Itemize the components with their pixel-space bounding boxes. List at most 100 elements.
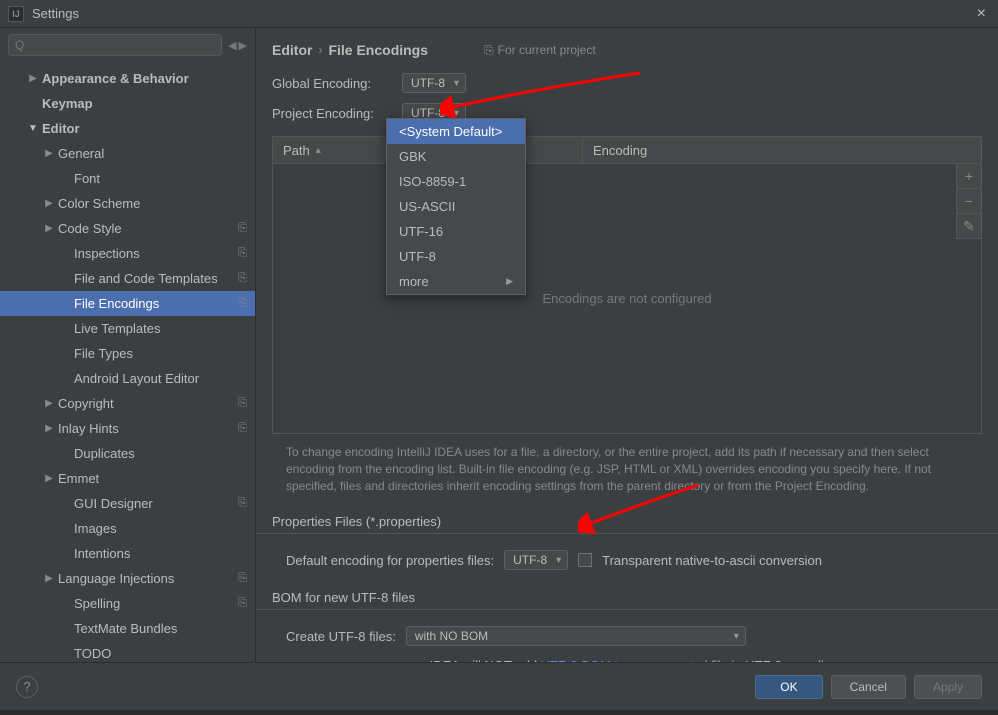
popup-item-utf-16[interactable]: UTF-16 — [387, 219, 525, 244]
tree-item-label: Intentions — [74, 546, 247, 561]
chevron-icon: ▶ — [42, 198, 56, 209]
transparent-ascii-checkbox[interactable] — [578, 553, 592, 567]
ok-button[interactable]: OK — [755, 675, 822, 699]
create-utf8-dropdown[interactable]: with NO BOM — [406, 626, 746, 646]
add-button[interactable]: + — [956, 163, 982, 189]
tree-item-emmet[interactable]: ▶Emmet — [0, 466, 255, 491]
scope-icon: ⎘ — [238, 497, 247, 510]
sort-asc-icon: ▲ — [314, 145, 323, 155]
app-logo-icon: IJ — [8, 6, 24, 22]
table-body: Encodings are not configured + − ✎ — [272, 164, 982, 434]
tree-item-live-templates[interactable]: Live Templates — [0, 316, 255, 341]
popup-item-more[interactable]: more▶ — [387, 269, 525, 294]
tree-item-label: Keymap — [42, 96, 247, 111]
chevron-icon: ▶ — [42, 423, 56, 434]
utf8-bom-link[interactable]: UTF-8 BOM — [541, 658, 611, 662]
scope-icon: ⎘ — [238, 297, 247, 310]
table-header: Path ▲ Encoding — [272, 136, 982, 164]
tree-item-label: Emmet — [58, 471, 247, 486]
tree-item-label: Spelling — [74, 596, 238, 611]
tree-item-label: TODO — [74, 646, 247, 661]
popup-item--system-default-[interactable]: <System Default> — [387, 119, 525, 144]
breadcrumb: Editor › File Encodings For current proj… — [256, 28, 998, 68]
bom-section-title: BOM for new UTF-8 files — [256, 576, 998, 610]
tree-item-label: TextMate Bundles — [74, 621, 247, 636]
settings-tree: ▶Appearance & BehaviorKeymap▼Editor▶Gene… — [0, 62, 255, 662]
tree-item-label: File and Code Templates — [74, 271, 238, 286]
dialog-footer: ? OK Cancel Apply — [0, 662, 998, 710]
tree-item-file-types[interactable]: File Types — [0, 341, 255, 366]
tree-item-file-and-code-templates[interactable]: File and Code Templates⎘ — [0, 266, 255, 291]
tree-item-label: Images — [74, 521, 247, 536]
apply-button[interactable]: Apply — [914, 675, 982, 699]
popup-item-gbk[interactable]: GBK — [387, 144, 525, 169]
chevron-icon: ▶ — [26, 73, 40, 84]
tree-item-images[interactable]: Images — [0, 516, 255, 541]
tree-item-label: Language Injections — [58, 571, 238, 586]
transparent-ascii-label: Transparent native-to-ascii conversion — [602, 553, 822, 568]
tree-item-duplicates[interactable]: Duplicates — [0, 441, 255, 466]
titlebar: IJ Settings × — [0, 0, 998, 28]
tree-item-inlay-hints[interactable]: ▶Inlay Hints⎘ — [0, 416, 255, 441]
tree-item-label: Android Layout Editor — [74, 371, 247, 386]
scope-icon: ⎘ — [238, 222, 247, 235]
scope-icon: ⎘ — [238, 597, 247, 610]
chevron-icon: ▶ — [42, 223, 56, 234]
scope-icon: ⎘ — [238, 422, 247, 435]
window-title: Settings — [32, 6, 973, 21]
tree-item-label: Duplicates — [74, 446, 247, 461]
create-utf8-label: Create UTF-8 files: — [286, 629, 396, 644]
table-empty-text: Encodings are not configured — [542, 291, 711, 306]
tree-item-appearance-behavior[interactable]: ▶Appearance & Behavior — [0, 66, 255, 91]
tree-item-label: Color Scheme — [58, 196, 247, 211]
scope-icon: ⎘ — [238, 272, 247, 285]
search-prev-icon[interactable]: ◀ — [228, 39, 236, 52]
search-next-icon[interactable]: ▶ — [239, 39, 247, 52]
scope-icon: ⎘ — [238, 572, 247, 585]
edit-button[interactable]: ✎ — [956, 213, 982, 239]
tree-item-font[interactable]: Font — [0, 166, 255, 191]
tree-item-label: Inspections — [74, 246, 238, 261]
tree-item-gui-designer[interactable]: GUI Designer⎘ — [0, 491, 255, 516]
tree-item-label: Appearance & Behavior — [42, 71, 247, 86]
tree-item-keymap[interactable]: Keymap — [0, 91, 255, 116]
tree-item-label: File Types — [74, 346, 247, 361]
help-icon[interactable]: ? — [16, 676, 38, 698]
properties-encoding-label: Default encoding for properties files: — [286, 553, 494, 568]
cancel-button[interactable]: Cancel — [831, 675, 906, 699]
search-input[interactable] — [8, 34, 222, 56]
tree-item-label: General — [58, 146, 247, 161]
close-icon[interactable]: × — [973, 5, 990, 23]
tree-item-file-encodings[interactable]: File Encodings⎘ — [0, 291, 255, 316]
breadcrumb-root[interactable]: Editor — [272, 42, 312, 58]
column-encoding[interactable]: Encoding — [583, 137, 981, 163]
tree-item-spelling[interactable]: Spelling⎘ — [0, 591, 255, 616]
tree-item-todo[interactable]: TODO — [0, 641, 255, 662]
tree-item-inspections[interactable]: Inspections⎘ — [0, 241, 255, 266]
tree-item-language-injections[interactable]: ▶Language Injections⎘ — [0, 566, 255, 591]
tree-item-label: Inlay Hints — [58, 421, 238, 436]
popup-item-utf-8[interactable]: UTF-8 — [387, 244, 525, 269]
scope-icon: ⎘ — [238, 397, 247, 410]
popup-item-iso-8859-1[interactable]: ISO-8859-1 — [387, 169, 525, 194]
chevron-icon: ▶ — [42, 573, 56, 584]
tree-item-editor[interactable]: ▼Editor — [0, 116, 255, 141]
global-encoding-dropdown[interactable]: UTF-8 — [402, 73, 466, 93]
tree-item-code-style[interactable]: ▶Code Style⎘ — [0, 216, 255, 241]
tree-item-textmate-bundles[interactable]: TextMate Bundles — [0, 616, 255, 641]
chevron-icon: ▶ — [42, 473, 56, 484]
tree-item-label: Copyright — [58, 396, 238, 411]
tree-item-copyright[interactable]: ▶Copyright⎘ — [0, 391, 255, 416]
tree-item-label: File Encodings — [74, 296, 238, 311]
sidebar: ◀ ▶ ▶Appearance & BehaviorKeymap▼Editor▶… — [0, 28, 256, 662]
properties-encoding-dropdown[interactable]: UTF-8 — [504, 550, 568, 570]
global-encoding-label: Global Encoding: — [272, 76, 392, 91]
content-pane: Editor › File Encodings For current proj… — [256, 28, 998, 662]
tree-item-label: Font — [74, 171, 247, 186]
remove-button[interactable]: − — [956, 188, 982, 214]
tree-item-android-layout-editor[interactable]: Android Layout Editor — [0, 366, 255, 391]
tree-item-general[interactable]: ▶General — [0, 141, 255, 166]
popup-item-us-ascii[interactable]: US-ASCII — [387, 194, 525, 219]
tree-item-color-scheme[interactable]: ▶Color Scheme — [0, 191, 255, 216]
tree-item-intentions[interactable]: Intentions — [0, 541, 255, 566]
